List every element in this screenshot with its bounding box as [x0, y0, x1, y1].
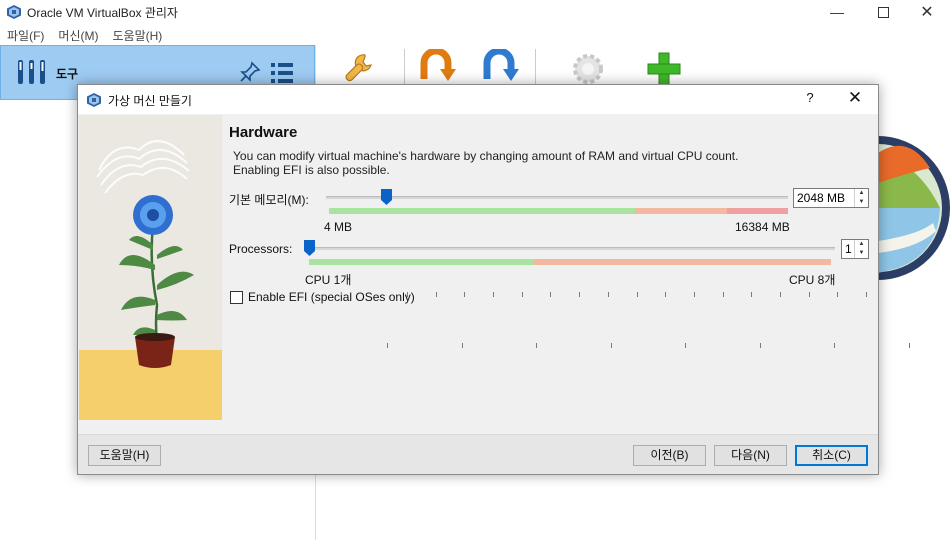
welcome-logo-image: [878, 136, 950, 280]
tick-mark: [550, 292, 551, 297]
tick-mark: [637, 292, 638, 297]
efi-checkbox-label[interactable]: Enable EFI (special OSes only): [248, 290, 415, 304]
processors-value: 1: [845, 242, 852, 256]
next-button[interactable]: 다음(N): [714, 445, 787, 466]
export-appliance-icon[interactable]: [479, 49, 519, 89]
memory-decrease-arrow-icon[interactable]: ▼: [855, 198, 868, 207]
memory-spinbox[interactable]: 2048 MB ▲ ▼: [793, 188, 869, 208]
tick-mark: [608, 292, 609, 297]
menu-help[interactable]: 도움말(H): [105, 24, 169, 45]
tick-mark: [522, 292, 523, 297]
dialog-help-button[interactable]: ?: [800, 90, 820, 110]
memory-slider-thumb[interactable]: [381, 189, 392, 205]
tick-mark: [464, 292, 465, 297]
menu-machine[interactable]: 머신(M): [51, 24, 105, 45]
tick-mark: [809, 292, 810, 297]
tick-mark: [685, 343, 686, 348]
virtualbox-logo-icon: [7, 5, 21, 19]
main-titlebar: Oracle VM VirtualBox 관리자 — ✕: [0, 0, 950, 24]
maximize-icon: [877, 6, 889, 18]
tick-mark: [837, 292, 838, 297]
tools-icon: [18, 60, 45, 84]
processors-increase-arrow-icon[interactable]: ▲: [855, 240, 868, 249]
memory-min-label: 4 MB: [324, 220, 353, 234]
section-title: Hardware: [229, 124, 298, 141]
tick-mark: [760, 343, 761, 348]
tick-mark: [665, 292, 666, 297]
memory-scale: [329, 208, 788, 214]
import-appliance-icon[interactable]: [416, 49, 456, 89]
tick-mark: [387, 343, 388, 348]
processors-scale: [309, 259, 831, 265]
processors-min-label: CPU 1개: [305, 273, 352, 287]
window-title: Oracle VM VirtualBox 관리자: [27, 6, 178, 20]
tick-mark: [579, 292, 580, 297]
description-line: Enabling EFI is also possible.: [233, 163, 390, 177]
tick-mark: [694, 292, 695, 297]
memory-increase-arrow-icon[interactable]: ▲: [855, 189, 868, 198]
help-button[interactable]: 도움말(H): [88, 445, 161, 466]
tick-mark: [866, 292, 867, 297]
processors-decrease-arrow-icon[interactable]: ▼: [855, 249, 868, 258]
settings-gear-icon[interactable]: [568, 49, 608, 89]
processors-label: Processors:: [229, 242, 293, 256]
tick-mark: [751, 292, 752, 297]
processors-slider-thumb[interactable]: [304, 240, 315, 256]
processors-max-label: CPU 8개: [789, 273, 836, 287]
dialog-titlebar: 가상 머신 만들기 ? ✕: [78, 85, 878, 114]
menu-file[interactable]: 파일(F): [0, 24, 51, 45]
tick-mark: [493, 292, 494, 297]
tick-mark: [536, 343, 537, 348]
tick-mark: [834, 343, 835, 348]
window-close-button[interactable]: ✕: [904, 0, 950, 24]
processors-spinbox[interactable]: 1 ▲ ▼: [841, 239, 869, 259]
tick-mark: [723, 292, 724, 297]
tick-mark: [909, 343, 910, 348]
efi-checkbox[interactable]: [230, 291, 243, 304]
tick-mark: [780, 292, 781, 297]
new-machine-plus-icon[interactable]: [644, 49, 684, 89]
memory-slider[interactable]: [326, 196, 788, 199]
memory-max-label: 16384 MB: [735, 220, 790, 234]
dialog-title: 가상 머신 만들기: [108, 94, 192, 108]
tools-label: 도구: [56, 67, 79, 81]
dialog-footer: 도움말(H) 이전(B) 다음(N) 취소(C): [78, 434, 878, 474]
virtualbox-logo-icon: [87, 93, 101, 107]
menu-bar: 파일(F) 머신(M) 도움말(H): [0, 24, 950, 45]
minimize-button[interactable]: —: [814, 0, 860, 24]
processors-slider[interactable]: [307, 247, 835, 250]
memory-spin-arrows: ▲ ▼: [854, 189, 868, 207]
tick-mark: [611, 343, 612, 348]
section-description: You can modify virtual machine's hardwar…: [233, 149, 853, 177]
description-line: You can modify virtual machine's hardwar…: [233, 149, 739, 163]
processors-spin-arrows: ▲ ▼: [854, 240, 868, 258]
dialog-close-button[interactable]: ✕: [842, 88, 868, 110]
back-button[interactable]: 이전(B): [633, 445, 706, 466]
tick-mark: [436, 292, 437, 297]
maximize-button[interactable]: [860, 0, 906, 24]
memory-label: 기본 메모리(M):: [229, 193, 309, 207]
create-vm-dialog: 가상 머신 만들기 ? ✕ Hardware You can modify vi…: [77, 84, 910, 475]
cancel-button[interactable]: 취소(C): [795, 445, 868, 466]
tick-mark: [462, 343, 463, 348]
memory-value: 2048 MB: [797, 191, 846, 205]
pin-icon[interactable]: [238, 60, 262, 84]
preferences-wrench-icon[interactable]: [338, 49, 378, 89]
list-menu-icon[interactable]: [269, 60, 295, 86]
wizard-illustration: [79, 115, 222, 420]
